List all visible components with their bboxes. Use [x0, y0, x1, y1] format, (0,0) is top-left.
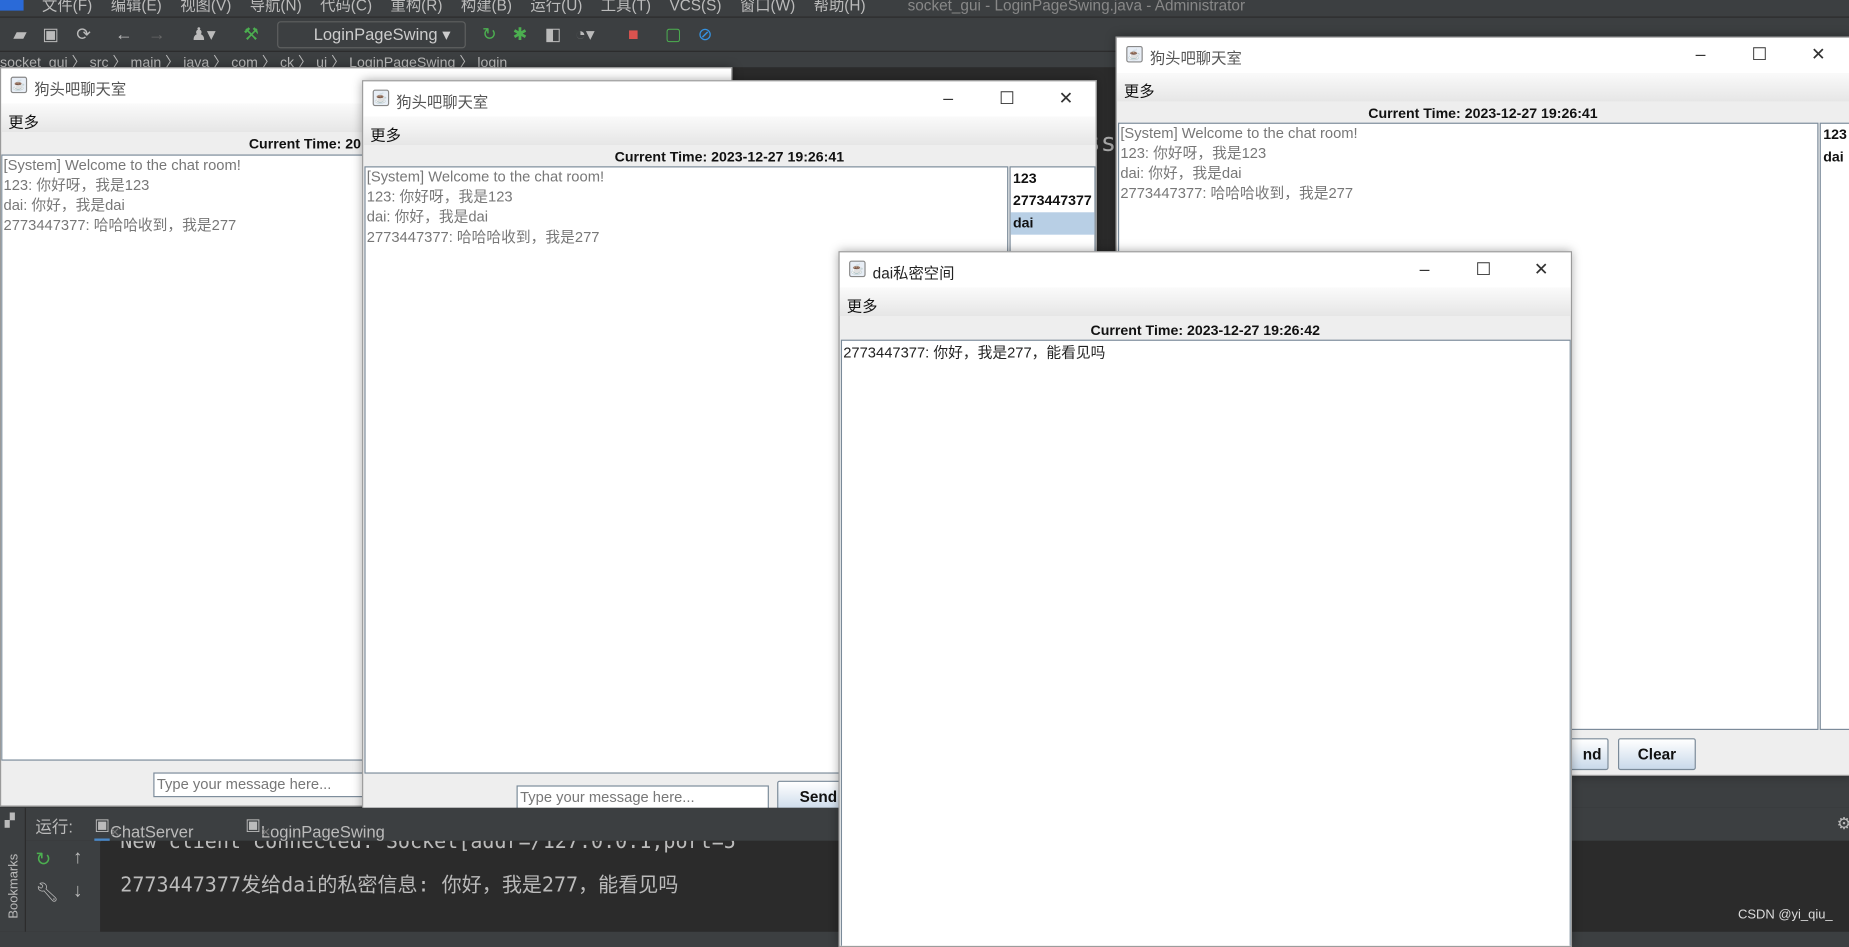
message: 123: 你好呀，我是123	[1120, 145, 1267, 162]
menu-refactor[interactable]: 重构(R)	[391, 0, 443, 14]
window-title: 狗头吧聊天室	[1149, 49, 1242, 68]
ide-title: socket_gui - LoginPageSwing.java - Admin…	[907, 0, 1246, 15]
menu-tools[interactable]: 工具(T)	[601, 0, 651, 14]
debug-bug-icon[interactable]: ✱	[509, 25, 530, 46]
rerun-icon[interactable]: ↻	[479, 25, 500, 46]
console-line: 2773447377发给dai的私密信息: 你好，我是277，能看见吗	[120, 873, 679, 898]
monitor-icon[interactable]: ▢	[663, 25, 684, 46]
down-arrow-icon[interactable]: ↓	[73, 881, 82, 902]
forward-icon[interactable]: →	[146, 25, 167, 46]
run-tool-column: ↻ ↑ 🔧︎ ↓	[25, 840, 101, 932]
java-icon: ☕	[1126, 45, 1143, 63]
save-icon[interactable]: ▣	[40, 25, 61, 46]
stop-icon[interactable]: ■	[623, 25, 644, 46]
message: 2773447377: 哈哈哈收到，我是277	[1120, 185, 1354, 202]
message: [System] Welcome to the chat room!	[3, 156, 241, 174]
console-line: New client connected: Socket[addr=/127.0…	[120, 840, 736, 854]
message: [System] Welcome to the chat room!	[366, 168, 605, 186]
menu-more[interactable]: 更多	[839, 287, 1571, 317]
minimize-button[interactable]: –	[1412, 257, 1438, 283]
current-time: Current Time: 2023-12-27 19:26:41	[614, 148, 845, 166]
message: [System] Welcome to the chat room!	[1120, 125, 1358, 142]
message: dai: 你好，我是dai	[366, 208, 489, 226]
run-tab-chatserver[interactable]: ▣ ChatServer ×	[94, 815, 193, 843]
message: 2773447377: 哈哈哈收到，我是277	[366, 228, 600, 246]
no-entry-icon[interactable]: ⊘	[695, 25, 716, 46]
back-icon[interactable]: ←	[113, 25, 134, 46]
close-tab-icon[interactable]: ×	[110, 822, 120, 841]
open-icon[interactable]: ▰	[9, 25, 30, 46]
close-button[interactable]: ✕	[1806, 42, 1832, 68]
run-config-dropdown[interactable]: LoginPageSwing ▾	[277, 21, 466, 49]
window-title: 狗头吧聊天室	[396, 93, 489, 111]
java-icon: ☕	[10, 76, 28, 94]
current-time: Current Time: 2023-12-27 19:26:42	[1090, 321, 1320, 339]
user-item[interactable]: 123	[1821, 124, 1849, 146]
close-button[interactable]: ✕	[1528, 257, 1554, 283]
user-item[interactable]: dai	[1821, 146, 1849, 168]
structure-icon[interactable]: ▞	[5, 813, 15, 828]
java-icon: ☕	[372, 89, 390, 107]
chat-messages[interactable]: [System] Welcome to the chat room! 123: …	[1, 154, 379, 761]
title-bar: ☕ 狗头吧聊天室 – ☐ ✕	[1116, 37, 1849, 74]
message: dai: 你好，我是dai	[3, 196, 125, 214]
message-input[interactable]: Type your message here...	[516, 785, 769, 811]
left-tool-strip: ▞ Bookmarks	[0, 807, 26, 932]
close-button[interactable]: ✕	[1053, 86, 1079, 112]
run-label: 运行:	[35, 817, 73, 837]
private-messages[interactable]: 2773447377: 你好，我是277，能看见吗	[840, 339, 1571, 946]
message: dai: 你好，我是dai	[1120, 165, 1242, 182]
rerun-icon[interactable]: ↻	[35, 848, 51, 872]
desktop: 文件(F) 编辑(E) 视图(V) 导航(N) 代码(C) 重构(R) 构建(B…	[0, 0, 1849, 947]
menu-view[interactable]: 视图(V)	[180, 0, 231, 14]
menu-edit[interactable]: 编辑(E)	[111, 0, 162, 14]
java-icon: ☕	[849, 260, 866, 278]
watermark: CSDN @yi_qiu_	[1737, 908, 1833, 923]
menu-more[interactable]: 更多	[1116, 73, 1849, 102]
clear-button[interactable]: Clear	[1617, 738, 1696, 771]
message: 2773447377: 你好，我是277，能看见吗	[843, 344, 1106, 361]
message: 123: 你好呀，我是123	[366, 188, 513, 206]
user-item[interactable]: 123	[1011, 167, 1095, 189]
message: 2773447377: 哈哈哈收到，我是277	[3, 216, 237, 234]
run-tab-loginpageswing[interactable]: ▣ LoginPageSwing ×	[245, 815, 385, 841]
private-chat-window: ☕ dai私密空间 – ☐ ✕ 更多 Current Time: 2023-12-…	[838, 251, 1573, 947]
menu-vcs[interactable]: VCS(S)	[669, 0, 721, 14]
window-title: 狗头吧聊天室	[34, 80, 127, 98]
wrench-icon[interactable]: 🔧︎	[35, 881, 59, 905]
menu-code[interactable]: 代码(C)	[320, 0, 372, 14]
menu-run[interactable]: 运行(U)	[530, 0, 582, 14]
user-icon[interactable]: ♟▾	[191, 25, 216, 46]
online-users-list[interactable]: 123 dai	[1819, 122, 1849, 730]
close-tab-icon[interactable]: ×	[261, 822, 271, 841]
sync-icon[interactable]: ⟳	[73, 25, 94, 46]
up-arrow-icon[interactable]: ↑	[73, 848, 82, 869]
settings-gear-icon[interactable]: ⚙	[1837, 814, 1849, 834]
menu-help[interactable]: 帮助(H)	[814, 0, 866, 14]
minimize-button[interactable]: –	[935, 86, 961, 112]
user-item[interactable]: 2773447377	[1011, 190, 1095, 212]
ide-menubar: 文件(F) 编辑(E) 视图(V) 导航(N) 代码(C) 重构(R) 构建(B…	[0, 0, 1849, 17]
maximize-button[interactable]: ☐	[1471, 257, 1497, 283]
minimize-button[interactable]: –	[1688, 42, 1714, 68]
menu-navigate[interactable]: 导航(N)	[250, 0, 302, 14]
menu-file[interactable]: 文件(F)	[42, 0, 92, 14]
message-input[interactable]: Type your message here...	[153, 772, 378, 798]
menu-window[interactable]: 窗口(W)	[740, 0, 795, 14]
bookmarks-tab[interactable]: Bookmarks	[7, 853, 21, 919]
window-title: dai私密空间	[872, 264, 955, 282]
menu-more[interactable]: 更多	[363, 116, 1096, 146]
current-time: Current Time: 2023-12-27 19:26:41	[1368, 104, 1598, 122]
profile-icon[interactable]: ◔▾	[574, 25, 595, 46]
maximize-button[interactable]: ☐	[1747, 42, 1773, 68]
title-bar: ☕ 狗头吧聊天室 – ☐ ✕	[363, 81, 1096, 117]
menu-build[interactable]: 构建(B)	[461, 0, 512, 14]
message: 123: 你好呀，我是123	[3, 176, 150, 194]
build-hammer-icon[interactable]: ⚒	[241, 25, 262, 46]
coverage-icon[interactable]: ◧	[542, 25, 563, 46]
title-bar: ☕ dai私密空间 – ☐ ✕	[839, 252, 1571, 288]
maximize-button[interactable]: ☐	[994, 86, 1020, 112]
user-item-selected[interactable]: dai	[1010, 212, 1095, 235]
